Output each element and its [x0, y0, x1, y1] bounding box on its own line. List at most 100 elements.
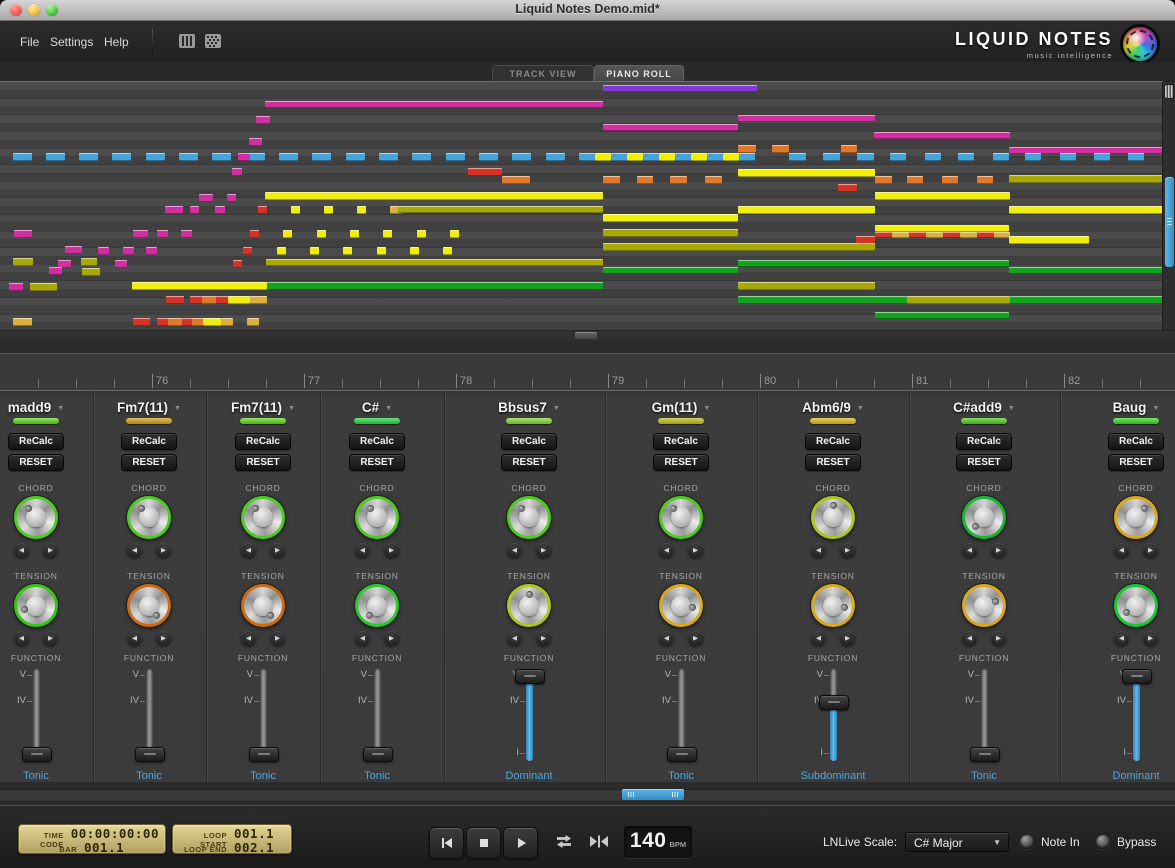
midi-note[interactable]: [13, 258, 33, 266]
midi-note[interactable]: [250, 296, 267, 304]
midi-note[interactable]: [705, 176, 722, 184]
midi-note[interactable]: [212, 153, 231, 161]
midi-note[interactable]: [166, 296, 184, 304]
midi-note[interactable]: [379, 153, 398, 161]
step-right-icon[interactable]: ▶: [688, 543, 703, 558]
midi-note[interactable]: [14, 230, 32, 238]
reset-button[interactable]: RESET: [805, 454, 861, 471]
step-left-icon[interactable]: ◀: [1114, 631, 1129, 646]
midi-note[interactable]: [202, 296, 216, 304]
step-right-icon[interactable]: ▶: [840, 543, 855, 558]
midi-note[interactable]: [925, 153, 941, 161]
midi-note[interactable]: [838, 184, 857, 192]
midi-note[interactable]: [1009, 175, 1163, 183]
function-slider[interactable]: VIVI: [347, 667, 407, 765]
midi-note[interactable]: [112, 153, 131, 161]
step-right-icon[interactable]: ▶: [991, 543, 1006, 558]
midi-note[interactable]: [249, 138, 262, 146]
midi-note[interactable]: [417, 230, 426, 238]
recalc-button[interactable]: ReCalc: [8, 433, 64, 450]
midi-note[interactable]: [993, 153, 1009, 161]
step-right-icon[interactable]: ▶: [270, 631, 285, 646]
reset-button[interactable]: RESET: [121, 454, 177, 471]
midi-note[interactable]: [875, 192, 1010, 200]
midi-note[interactable]: [857, 153, 874, 161]
function-slider-handle[interactable]: [363, 747, 393, 762]
midi-note[interactable]: [738, 206, 875, 214]
step-left-icon[interactable]: ◀: [811, 543, 826, 558]
scale-dropdown[interactable]: C# Major ▼: [905, 832, 1009, 852]
step-right-icon[interactable]: ▶: [156, 543, 171, 558]
chord-knob[interactable]: [507, 496, 551, 539]
step-right-icon[interactable]: ▶: [43, 631, 58, 646]
midi-note[interactable]: [277, 247, 286, 255]
chord-knob[interactable]: [811, 496, 855, 539]
step-right-icon[interactable]: ▶: [536, 543, 551, 558]
recalc-button[interactable]: ReCalc: [805, 433, 861, 450]
midi-note[interactable]: [157, 318, 168, 326]
midi-note[interactable]: [192, 318, 203, 326]
step-left-icon[interactable]: ◀: [962, 631, 977, 646]
midi-note[interactable]: [182, 318, 192, 326]
midi-note[interactable]: [312, 153, 331, 161]
midi-note[interactable]: [926, 232, 943, 238]
step-left-icon[interactable]: ◀: [659, 631, 674, 646]
note-in-toggle[interactable]: [1020, 835, 1034, 849]
midi-note[interactable]: [738, 282, 875, 290]
step-left-icon[interactable]: ◀: [127, 631, 142, 646]
midi-note[interactable]: [738, 169, 875, 177]
function-slider[interactable]: VIVI: [6, 667, 66, 765]
midi-note[interactable]: [203, 318, 221, 326]
stop-button[interactable]: [466, 827, 501, 859]
midi-note[interactable]: [603, 214, 738, 222]
reset-button[interactable]: RESET: [1108, 454, 1164, 471]
function-slider-handle[interactable]: [819, 695, 849, 710]
step-right-icon[interactable]: ▶: [1143, 543, 1158, 558]
chord-header[interactable]: madd9▼: [8, 399, 64, 414]
midi-note[interactable]: [216, 296, 228, 304]
midi-note[interactable]: [446, 153, 465, 161]
step-left-icon[interactable]: ◀: [507, 543, 522, 558]
midi-note[interactable]: [443, 247, 452, 255]
chord-header[interactable]: Abm6/9▼: [802, 399, 864, 414]
midi-note[interactable]: [46, 153, 65, 161]
reset-button[interactable]: RESET: [653, 454, 709, 471]
midi-note[interactable]: [81, 258, 97, 266]
function-slider[interactable]: VIVI: [651, 667, 711, 765]
midi-note[interactable]: [13, 153, 32, 161]
chord-knob[interactable]: [962, 496, 1006, 539]
midi-note[interactable]: [960, 232, 977, 238]
reset-button[interactable]: RESET: [235, 454, 291, 471]
midi-note[interactable]: [168, 318, 182, 326]
tension-knob[interactable]: [1114, 584, 1158, 627]
step-right-icon[interactable]: ▶: [991, 631, 1006, 646]
midi-note[interactable]: [1009, 236, 1089, 244]
chord-header[interactable]: Fm7(11)▼: [231, 399, 295, 414]
midi-note[interactable]: [132, 282, 267, 290]
step-left-icon[interactable]: ◀: [241, 543, 256, 558]
function-slider-handle[interactable]: [515, 669, 545, 684]
midi-note[interactable]: [907, 296, 1010, 304]
step-left-icon[interactable]: ◀: [14, 543, 29, 558]
midi-note[interactable]: [627, 153, 643, 161]
recalc-button[interactable]: ReCalc: [349, 433, 405, 450]
midi-note[interactable]: [215, 206, 225, 214]
step-right-icon[interactable]: ▶: [384, 631, 399, 646]
midi-note[interactable]: [250, 230, 259, 238]
piano-roll-hscrollbar-thumb[interactable]: [575, 332, 597, 339]
midi-note[interactable]: [410, 247, 419, 255]
piano-roll[interactable]: [0, 81, 1163, 331]
chord-knob[interactable]: [241, 496, 285, 539]
midi-note[interactable]: [502, 176, 530, 184]
midi-note[interactable]: [317, 230, 326, 238]
midi-note[interactable]: [123, 247, 134, 255]
step-left-icon[interactable]: ◀: [127, 543, 142, 558]
midi-note[interactable]: [670, 176, 687, 184]
tension-knob[interactable]: [241, 584, 285, 627]
loop-icon[interactable]: [553, 834, 575, 854]
recalc-button[interactable]: ReCalc: [956, 433, 1012, 450]
midi-note[interactable]: [603, 229, 738, 237]
chord-header[interactable]: Gm(11)▼: [652, 399, 711, 414]
midi-note[interactable]: [65, 246, 82, 254]
bypass-toggle[interactable]: [1096, 835, 1110, 849]
